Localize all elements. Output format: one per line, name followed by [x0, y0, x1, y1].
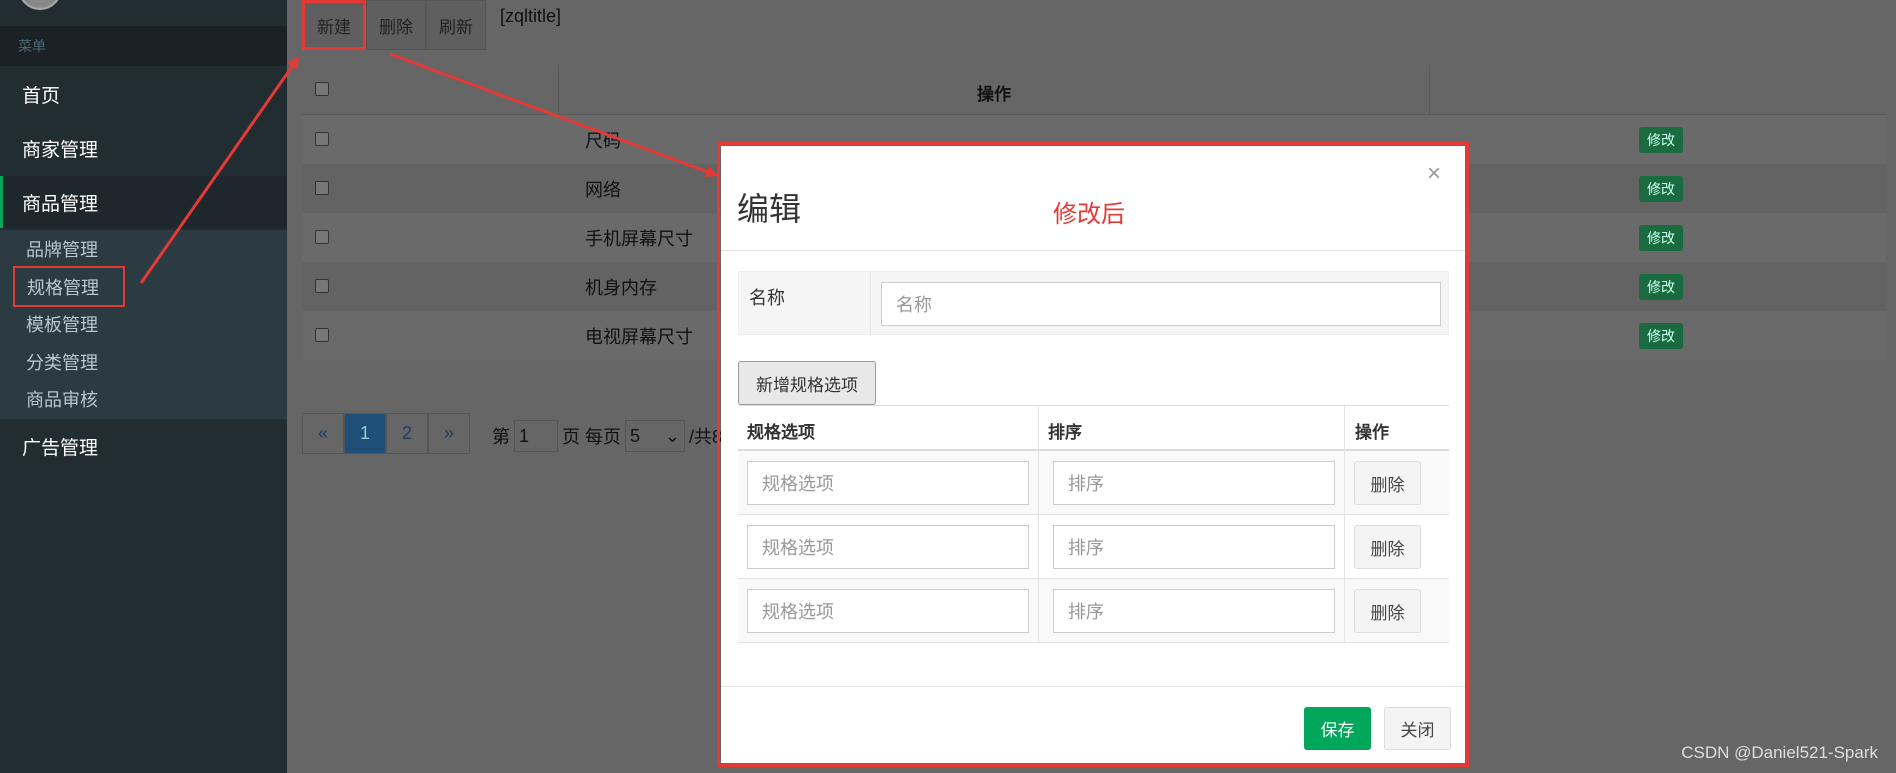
- sidebar-subitem-audit[interactable]: 商品审核: [26, 384, 98, 414]
- edit-button[interactable]: 修改: [1639, 274, 1683, 300]
- new-button[interactable]: 新建: [302, 0, 366, 50]
- name-field-group: 名称 名称: [738, 271, 1449, 336]
- pager-prev[interactable]: «: [302, 413, 344, 454]
- edit-button[interactable]: 修改: [1639, 225, 1683, 251]
- order-input[interactable]: 排序: [1053, 589, 1335, 633]
- col-order: 排序: [1048, 423, 1082, 442]
- select-all-checkbox[interactable]: [315, 82, 329, 96]
- row-name: 电视屏幕尺寸: [585, 327, 693, 347]
- spec-options-header: 规格选项 排序 操作: [738, 405, 1449, 452]
- sidebar-subitem-category[interactable]: 分类管理: [26, 347, 98, 377]
- sidebar-item-goods[interactable]: 商品管理: [0, 176, 287, 228]
- pager-per-page-select[interactable]: 5 ⌄: [625, 420, 686, 452]
- chevron-down-icon: ⌄: [664, 425, 681, 446]
- spec-option-input[interactable]: 规格选项: [747, 525, 1029, 569]
- spec-option-row: 规格选项 排序 删除: [738, 515, 1449, 579]
- edit-button[interactable]: 修改: [1639, 127, 1683, 153]
- toolbar: 新建 删除 刷新: [302, 0, 486, 50]
- spec-option-row: 规格选项 排序 删除: [738, 451, 1449, 515]
- delete-button[interactable]: 删除: [366, 0, 426, 50]
- spec-option-row: 规格选项 排序 删除: [738, 579, 1449, 643]
- pager-page-input[interactable]: 1: [514, 420, 558, 452]
- sidebar-section-header: 菜单: [0, 26, 287, 66]
- add-spec-option-button[interactable]: 新增规格选项: [738, 361, 876, 405]
- pager-next[interactable]: »: [428, 413, 470, 454]
- spec-option-input[interactable]: 规格选项: [747, 461, 1029, 505]
- per-page-value: 5: [630, 425, 641, 446]
- delete-row-button[interactable]: 删除: [1354, 461, 1421, 505]
- save-button[interactable]: 保存: [1304, 707, 1371, 750]
- sidebar-item-home[interactable]: 首页: [0, 68, 287, 120]
- sidebar-subitem-brand[interactable]: 品牌管理: [26, 234, 98, 264]
- row-checkbox[interactable]: [315, 230, 329, 244]
- edit-button[interactable]: 修改: [1639, 176, 1683, 202]
- col-action: 操作: [1355, 423, 1389, 442]
- edit-modal: × 编辑 修改后 名称 名称 新增规格选项 规格选项 排序 操作 规格选项 排序…: [721, 146, 1465, 763]
- delete-row-button[interactable]: 删除: [1354, 525, 1421, 569]
- watermark: CSDN @Daniel521-Spark: [1681, 743, 1878, 762]
- pager-page-1[interactable]: 1: [344, 413, 386, 454]
- sidebar-subitem-spec[interactable]: 规格管理: [13, 266, 125, 307]
- table-header-action: 操作: [977, 85, 1011, 104]
- row-name: 网络: [585, 180, 621, 200]
- row-name: 手机屏幕尺寸: [585, 229, 693, 249]
- sidebar-item-ads[interactable]: 广告管理: [0, 420, 287, 472]
- col-option: 规格选项: [747, 423, 815, 442]
- sidebar-submenu: 品牌管理 规格管理 模板管理 分类管理 商品审核: [0, 230, 287, 419]
- refresh-button[interactable]: 刷新: [426, 0, 486, 50]
- name-input[interactable]: 名称: [881, 282, 1441, 326]
- template-title: [zqltitle]: [500, 6, 562, 26]
- close-button[interactable]: 关闭: [1384, 707, 1451, 750]
- sidebar-item-merchant[interactable]: 商家管理: [0, 122, 287, 174]
- close-icon[interactable]: ×: [1427, 160, 1441, 188]
- pager-page-2[interactable]: 2: [386, 413, 428, 454]
- spec-option-input[interactable]: 规格选项: [747, 589, 1029, 633]
- edit-button[interactable]: 修改: [1639, 323, 1683, 349]
- user-avatar: [18, 0, 62, 10]
- pager-controls: 第 1 页 每页 5 ⌄ /共8: [492, 420, 722, 452]
- row-checkbox[interactable]: [315, 279, 329, 293]
- row-name: 尺码: [585, 131, 621, 151]
- modal-title: 编辑: [737, 191, 802, 227]
- pager-page-prefix: 第: [492, 427, 510, 447]
- sidebar-subitem-template[interactable]: 模板管理: [26, 309, 98, 339]
- row-checkbox[interactable]: [315, 132, 329, 146]
- annotation-note: 修改后: [1053, 201, 1125, 228]
- name-label: 名称: [749, 288, 785, 308]
- pagination: « 1 2 »: [302, 413, 470, 454]
- sidebar: 菜单 首页 商家管理 商品管理 品牌管理 规格管理 模板管理 分类管理 商品审核…: [0, 0, 287, 773]
- row-checkbox[interactable]: [315, 328, 329, 342]
- row-checkbox[interactable]: [315, 181, 329, 195]
- table-header: 操作: [302, 65, 1886, 115]
- order-input[interactable]: 排序: [1053, 525, 1335, 569]
- order-input[interactable]: 排序: [1053, 461, 1335, 505]
- pager-page-suffix: 页 每页: [562, 427, 622, 447]
- delete-row-button[interactable]: 删除: [1354, 589, 1421, 633]
- row-name: 机身内存: [585, 278, 657, 298]
